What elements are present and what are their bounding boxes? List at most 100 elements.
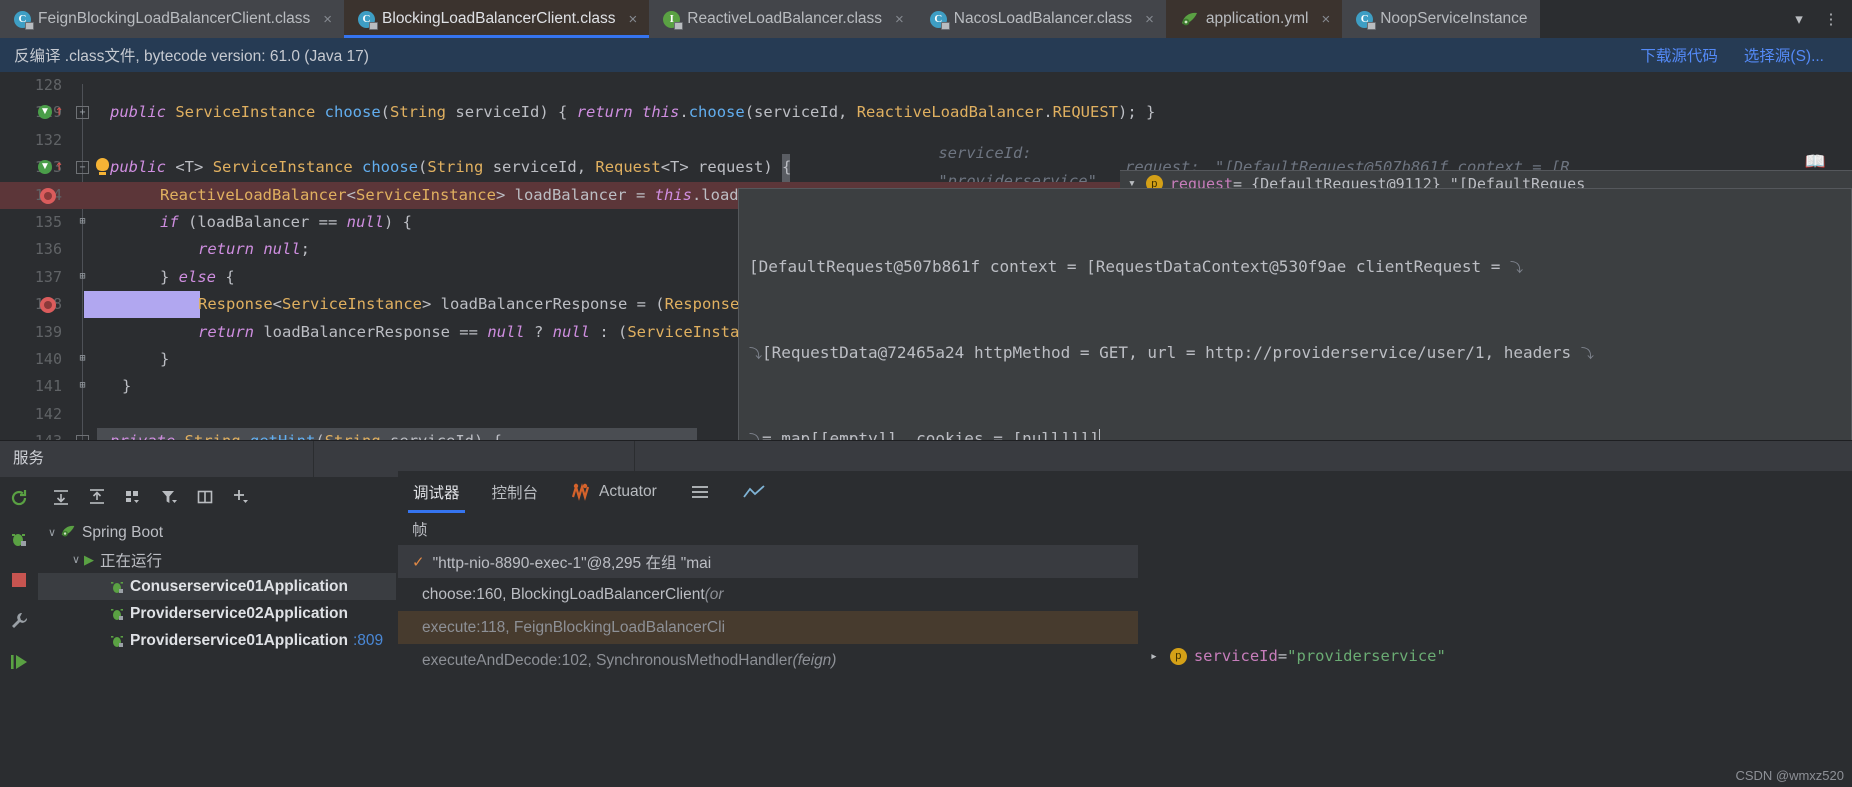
fold-bracket-icon[interactable]: ⊞ <box>76 271 89 284</box>
override-arrow-icon[interactable]: ↑ <box>55 157 63 175</box>
debug-icon[interactable] <box>7 527 31 551</box>
actuator-icon <box>570 481 592 503</box>
editor-tab-bar: C FeignBlockingLoadBalancerClient.class … <box>0 0 1852 38</box>
tree-node-label: Providerservice02Application <box>130 604 348 622</box>
wrap-glyph: ⤵ <box>1580 347 1594 362</box>
group-by-icon[interactable] <box>120 484 146 510</box>
lightbulb-icon[interactable] <box>96 158 109 176</box>
code-text: } else { <box>160 267 235 286</box>
tree-node-label: Conuserservice01Application <box>130 577 348 595</box>
line-number: 137 <box>34 267 62 286</box>
fold-plus-icon[interactable]: + <box>76 106 89 120</box>
tab-console[interactable]: 控制台 <box>477 471 554 513</box>
editor-tab-nacosloadbalancer[interactable]: C NacosLoadBalancer.class × <box>915 0 1166 38</box>
line-number: 135 <box>34 212 62 231</box>
breakpoint-icon[interactable] <box>40 297 56 314</box>
breakpoint-icon[interactable] <box>40 187 56 204</box>
tab-label: ReactiveLoadBalancer.class <box>687 10 883 27</box>
download-sources-link[interactable]: 下载源代码 <box>1640 44 1718 66</box>
class-icon: C <box>1356 10 1377 30</box>
frame-label: choose:160, BlockingLoadBalancerClient <box>422 585 705 603</box>
bug-icon <box>110 633 124 649</box>
code-text: private String getHint(String serviceId)… <box>110 428 502 440</box>
code-text: } <box>160 349 170 368</box>
frame-module: (feign) <box>792 651 837 669</box>
run-triangle-icon: ▶ <box>84 551 94 567</box>
close-icon[interactable]: × <box>629 12 638 27</box>
tab-hamburger[interactable] <box>674 471 726 513</box>
tab-chart[interactable] <box>728 471 780 513</box>
close-icon[interactable]: × <box>323 12 332 27</box>
variables-row-serviceid[interactable]: ▸ p serviceId = "providerservice" <box>1150 641 1852 671</box>
editor-tab-feignblockingloadbalancerclient[interactable]: C FeignBlockingLoadBalancerClient.class … <box>0 0 345 38</box>
choose-sources-link[interactable]: 选择源(S)... <box>1744 44 1824 66</box>
fold-minus-icon[interactable]: − <box>76 161 89 175</box>
run-controls-rail <box>0 477 38 787</box>
frame-row-execute-and-decode[interactable]: executeAndDecode:102, SynchronousMethodH… <box>398 644 1138 677</box>
tab-debugger[interactable]: 调试器 <box>398 471 475 513</box>
hamburger-icon <box>689 481 711 503</box>
frame-label: "http-nio-8890-exec-1"@8,295 在组 "mai <box>432 554 712 572</box>
wrap-glyph: ⤵ <box>749 347 763 362</box>
frames-list[interactable]: ✓ "http-nio-8890-exec-1"@8,295 在组 "mai c… <box>398 545 1138 787</box>
popup-line-2: ⤵[RequestData@72465a24 httpMethod = GET,… <box>749 343 1594 362</box>
tree-node-label: Providerservice01Application <box>130 631 348 649</box>
services-toolbar <box>38 477 396 517</box>
override-arrow-icon[interactable]: ↑ <box>55 102 63 120</box>
services-tree[interactable]: ∨ Spring Boot ∨ ▶ 正在运行 Conuserservice01A… <box>38 517 396 787</box>
tree-node-providerservice02application[interactable]: Providerservice02Application <box>38 600 396 627</box>
tree-node-running[interactable]: ∨ ▶ 正在运行 <box>38 546 396 573</box>
tab-label: NoopServiceInstance <box>1380 10 1528 27</box>
tab-actuator[interactable]: Actuator <box>555 471 672 513</box>
tab-label: BlockingLoadBalancerClient.class <box>382 10 616 27</box>
chevron-right-icon[interactable]: ▸ <box>1150 649 1158 664</box>
wrap-glyph: ⤵ <box>1510 261 1524 276</box>
collapse-all-icon[interactable] <box>84 484 110 510</box>
frame-label: execute:118, FeignBlockingLoadBalancerCl… <box>422 618 726 636</box>
frame-row-execute[interactable]: execute:118, FeignBlockingLoadBalancerCl… <box>398 611 1138 644</box>
line-number: 133 <box>0 154 62 181</box>
tree-node-providerservice01application[interactable]: Providerservice01Application :809 <box>38 627 396 654</box>
class-icon: C <box>929 10 950 30</box>
settings-wrench-icon[interactable] <box>7 609 31 633</box>
add-icon[interactable] <box>228 484 254 510</box>
frame-row-choose[interactable]: choose:160, BlockingLoadBalancerClient (… <box>398 578 1138 611</box>
resume-icon[interactable] <box>7 650 31 674</box>
close-icon[interactable]: × <box>1145 12 1154 27</box>
bug-icon <box>110 606 124 622</box>
editor-tab-noopserviceinstance[interactable]: C NoopServiceInstance <box>1342 0 1540 38</box>
chevron-down-icon[interactable]: ▾ <box>1784 0 1814 38</box>
fold-bracket-icon[interactable]: ⊞ <box>76 216 89 229</box>
frame-row-thread[interactable]: ✓ "http-nio-8890-exec-1"@8,295 在组 "mai <box>398 545 1138 578</box>
tree-node-conuserservice01application[interactable]: Conuserservice01Application <box>38 573 396 600</box>
variable-value: "providerservice" <box>1287 647 1446 665</box>
notification-message: 反编译 .class文件, bytecode version: 61.0 (Ja… <box>14 48 369 65</box>
spring-icon <box>60 524 76 542</box>
selection-highlight <box>84 291 200 319</box>
bug-icon <box>110 579 124 595</box>
layout-icon[interactable] <box>192 484 218 510</box>
code-text: return null; <box>198 240 311 259</box>
editor-tab-reactiveloadbalancer[interactable]: I ReactiveLoadBalancer.class × <box>649 0 916 38</box>
parameter-badge-icon: p <box>1169 647 1187 665</box>
tab-bar-actions: ▾ ⋮ <box>1784 0 1852 38</box>
editor-tab-application-yml[interactable]: application.yml × <box>1165 0 1343 38</box>
tab-label: Actuator <box>599 483 657 500</box>
kebab-menu-icon[interactable]: ⋮ <box>1816 0 1846 38</box>
close-icon[interactable]: × <box>895 12 904 27</box>
filter-icon[interactable] <box>156 484 182 510</box>
fold-bracket-icon[interactable]: ⊞ <box>76 353 89 366</box>
chevron-down-icon[interactable]: ∨ <box>68 553 84 566</box>
editor-tab-blockingloadbalancerclient[interactable]: C BlockingLoadBalancerClient.class × <box>344 0 650 38</box>
fold-bracket-icon[interactable]: ⊞ <box>76 380 89 393</box>
rerun-icon[interactable] <box>7 486 31 510</box>
stop-icon[interactable] <box>7 568 31 592</box>
tree-node-spring-boot[interactable]: ∨ Spring Boot <box>38 519 396 546</box>
code-text: return loadBalancerResponse == null ? nu… <box>198 322 740 341</box>
debugger-tab-bar: 调试器 控制台 Actuator <box>398 471 1852 513</box>
chevron-down-icon[interactable]: ∨ <box>44 526 60 539</box>
tab-label: application.yml <box>1205 10 1309 27</box>
expand-all-icon[interactable] <box>48 484 74 510</box>
close-icon[interactable]: × <box>1321 12 1330 27</box>
frame-label: executeAndDecode:102, SynchronousMethodH… <box>422 651 793 669</box>
